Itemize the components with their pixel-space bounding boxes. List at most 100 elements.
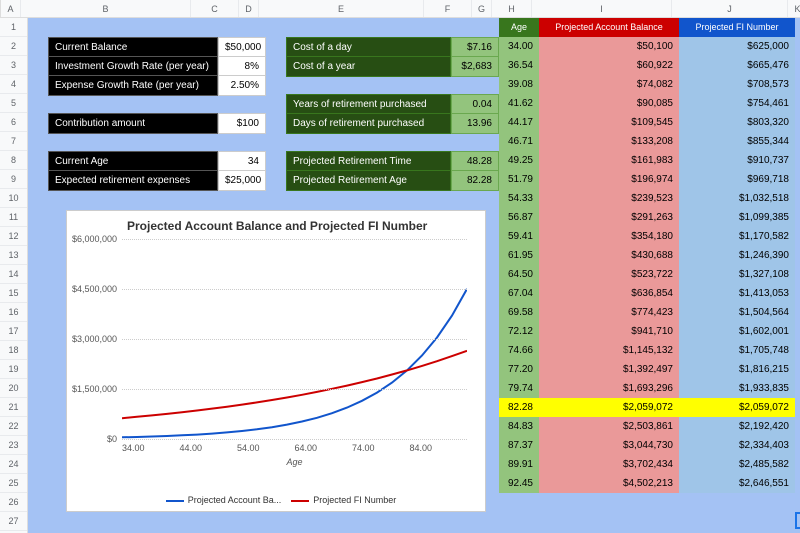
row-header-25[interactable]: 25 [0, 474, 27, 493]
cell-balance[interactable]: $50,100 [539, 37, 679, 56]
cell-grid[interactable]: Current Balance $50,000 Investment Growt… [28, 18, 800, 533]
col-header-I[interactable]: I [532, 0, 672, 17]
table-row[interactable]: 39.08$74,082$708,573 [499, 75, 795, 94]
table-row[interactable]: 44.17$109,545$803,320 [499, 113, 795, 132]
cell-balance[interactable]: $74,082 [539, 75, 679, 94]
cell-balance[interactable]: $523,722 [539, 265, 679, 284]
table-row[interactable]: 72.12$941,710$1,602,001 [499, 322, 795, 341]
cell-fi[interactable]: $803,320 [679, 113, 795, 132]
cell-balance[interactable]: $3,702,434 [539, 455, 679, 474]
row-header-18[interactable]: 18 [0, 341, 27, 360]
cell-balance[interactable]: $90,085 [539, 94, 679, 113]
cell-balance[interactable]: $109,545 [539, 113, 679, 132]
row-header-23[interactable]: 23 [0, 436, 27, 455]
cell-balance[interactable]: $774,423 [539, 303, 679, 322]
col-header-B[interactable]: B [21, 0, 191, 17]
row-header-26[interactable]: 26 [0, 493, 27, 512]
cell-fi[interactable]: $2,059,072 [679, 398, 795, 417]
cell-age[interactable]: 84.83 [499, 417, 539, 436]
cell-fi[interactable]: $910,737 [679, 151, 795, 170]
col-header-H[interactable]: H [492, 0, 532, 17]
cell-fi[interactable]: $969,718 [679, 170, 795, 189]
cell-fi[interactable]: $625,000 [679, 37, 795, 56]
row-header-15[interactable]: 15 [0, 284, 27, 303]
row-header-1[interactable]: 1 [0, 18, 27, 37]
cell-expense-growth[interactable]: 2.50% [218, 75, 266, 96]
cell-days-purchased[interactable]: 13.96 [451, 113, 499, 134]
cell-current-age[interactable]: 34 [218, 151, 266, 172]
cell-age[interactable]: 41.62 [499, 94, 539, 113]
cell-balance[interactable]: $161,983 [539, 151, 679, 170]
col-header-E[interactable]: E [259, 0, 424, 17]
col-header-age[interactable]: Age [499, 18, 539, 37]
cell-age[interactable]: 56.87 [499, 208, 539, 227]
table-row[interactable]: 61.95$430,688$1,246,390 [499, 246, 795, 265]
cell-retire-expenses[interactable]: $25,000 [218, 170, 266, 191]
cell-proj-age[interactable]: 82.28 [451, 170, 499, 191]
table-row[interactable]: 41.62$90,085$754,461 [499, 94, 795, 113]
cell-age[interactable]: 82.28 [499, 398, 539, 417]
cell-fi[interactable]: $1,933,835 [679, 379, 795, 398]
col-header-F[interactable]: F [424, 0, 472, 17]
cell-fi[interactable]: $2,646,551 [679, 474, 795, 493]
row-header-4[interactable]: 4 [0, 75, 27, 94]
cell-age[interactable]: 36.54 [499, 56, 539, 75]
table-row[interactable]: 51.79$196,974$969,718 [499, 170, 795, 189]
cell-balance[interactable]: $636,854 [539, 284, 679, 303]
cell-years-purchased[interactable]: 0.04 [451, 94, 499, 115]
table-row[interactable]: 59.41$354,180$1,170,582 [499, 227, 795, 246]
cell-balance[interactable]: $291,263 [539, 208, 679, 227]
cell-fi[interactable]: $2,334,403 [679, 436, 795, 455]
cell-age[interactable]: 39.08 [499, 75, 539, 94]
cell-growth-rate[interactable]: 8% [218, 56, 266, 77]
row-header-8[interactable]: 8 [0, 151, 27, 170]
table-row[interactable]: 82.28$2,059,072$2,059,072 [499, 398, 795, 417]
cell-age[interactable]: 69.58 [499, 303, 539, 322]
cell-fi[interactable]: $2,192,420 [679, 417, 795, 436]
table-row[interactable]: 84.83$2,503,861$2,192,420 [499, 417, 795, 436]
cell-age[interactable]: 46.71 [499, 132, 539, 151]
row-header-2[interactable]: 2 [0, 37, 27, 56]
cell-fi[interactable]: $1,504,564 [679, 303, 795, 322]
cell-cost-year[interactable]: $2,683 [451, 56, 499, 77]
cell-age[interactable]: 87.37 [499, 436, 539, 455]
row-header-19[interactable]: 19 [0, 360, 27, 379]
row-header-24[interactable]: 24 [0, 455, 27, 474]
cell-age[interactable]: 64.50 [499, 265, 539, 284]
cell-balance[interactable]: $133,208 [539, 132, 679, 151]
cell-balance[interactable]: $430,688 [539, 246, 679, 265]
col-header-K[interactable]: K [788, 0, 800, 17]
row-header-20[interactable]: 20 [0, 379, 27, 398]
cell-fi[interactable]: $2,485,582 [679, 455, 795, 474]
cell-fi[interactable]: $754,461 [679, 94, 795, 113]
table-row[interactable]: 89.91$3,702,434$2,485,582 [499, 455, 795, 474]
cell-balance[interactable]: $2,503,861 [539, 417, 679, 436]
row-header-12[interactable]: 12 [0, 227, 27, 246]
cell-balance[interactable]: $239,523 [539, 189, 679, 208]
col-header-fi[interactable]: Projected FI Number [679, 18, 795, 37]
cell-balance[interactable]: $2,059,072 [539, 398, 679, 417]
cell-age[interactable]: 54.33 [499, 189, 539, 208]
col-header-G[interactable]: G [472, 0, 492, 17]
cell-fi[interactable]: $1,246,390 [679, 246, 795, 265]
table-row[interactable]: 56.87$291,263$1,099,385 [499, 208, 795, 227]
row-header-16[interactable]: 16 [0, 303, 27, 322]
table-row[interactable]: 49.25$161,983$910,737 [499, 151, 795, 170]
table-row[interactable]: 46.71$133,208$855,344 [499, 132, 795, 151]
table-row[interactable]: 64.50$523,722$1,327,108 [499, 265, 795, 284]
cell-fi[interactable]: $1,602,001 [679, 322, 795, 341]
row-header-5[interactable]: 5 [0, 94, 27, 113]
row-header-17[interactable]: 17 [0, 322, 27, 341]
row-header-6[interactable]: 6 [0, 113, 27, 132]
row-header-22[interactable]: 22 [0, 417, 27, 436]
cell-age[interactable]: 44.17 [499, 113, 539, 132]
cell-age[interactable]: 92.45 [499, 474, 539, 493]
table-row[interactable]: 36.54$60,922$665,476 [499, 56, 795, 75]
table-row[interactable]: 77.20$1,392,497$1,816,215 [499, 360, 795, 379]
col-header-C[interactable]: C [191, 0, 239, 17]
table-row[interactable]: 54.33$239,523$1,032,518 [499, 189, 795, 208]
cell-balance[interactable]: $1,693,296 [539, 379, 679, 398]
cell-balance[interactable]: $196,974 [539, 170, 679, 189]
row-header-10[interactable]: 10 [0, 189, 27, 208]
cell-cost-day[interactable]: $7.16 [451, 37, 499, 58]
